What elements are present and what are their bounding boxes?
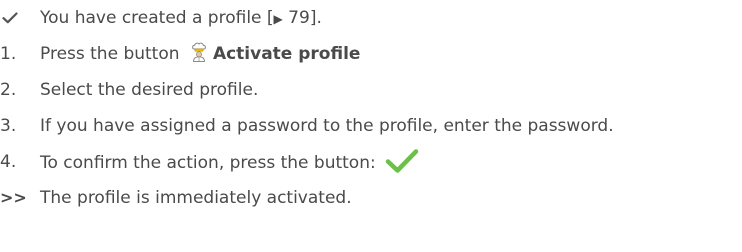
step-text: If you have assigned a password to the p…	[40, 116, 614, 136]
chef-icon	[191, 42, 207, 62]
step-number: 3.	[0, 116, 17, 136]
step-text: Select the desired profile.	[40, 80, 259, 100]
step-number: 2.	[0, 80, 17, 100]
checkmark-icon	[0, 6, 40, 30]
step-number: 1.	[0, 44, 17, 64]
result-marker: >>	[0, 188, 27, 207]
page-link[interactable]: ▶ 79	[274, 8, 310, 28]
step-text: Press the button Activate profile	[40, 42, 361, 64]
step-text: To confirm the action, press the button:	[40, 148, 419, 176]
green-checkmark-icon	[385, 148, 419, 174]
step-number: 4.	[0, 152, 17, 172]
instruction-document: You have created a profile [▶ 79]. 1. Pr…	[0, 0, 742, 252]
result-text: The profile is immediately activated.	[40, 188, 352, 208]
activate-profile-label: Activate profile	[212, 44, 361, 64]
prerequisite-text: You have created a profile [▶ 79].	[40, 8, 322, 28]
